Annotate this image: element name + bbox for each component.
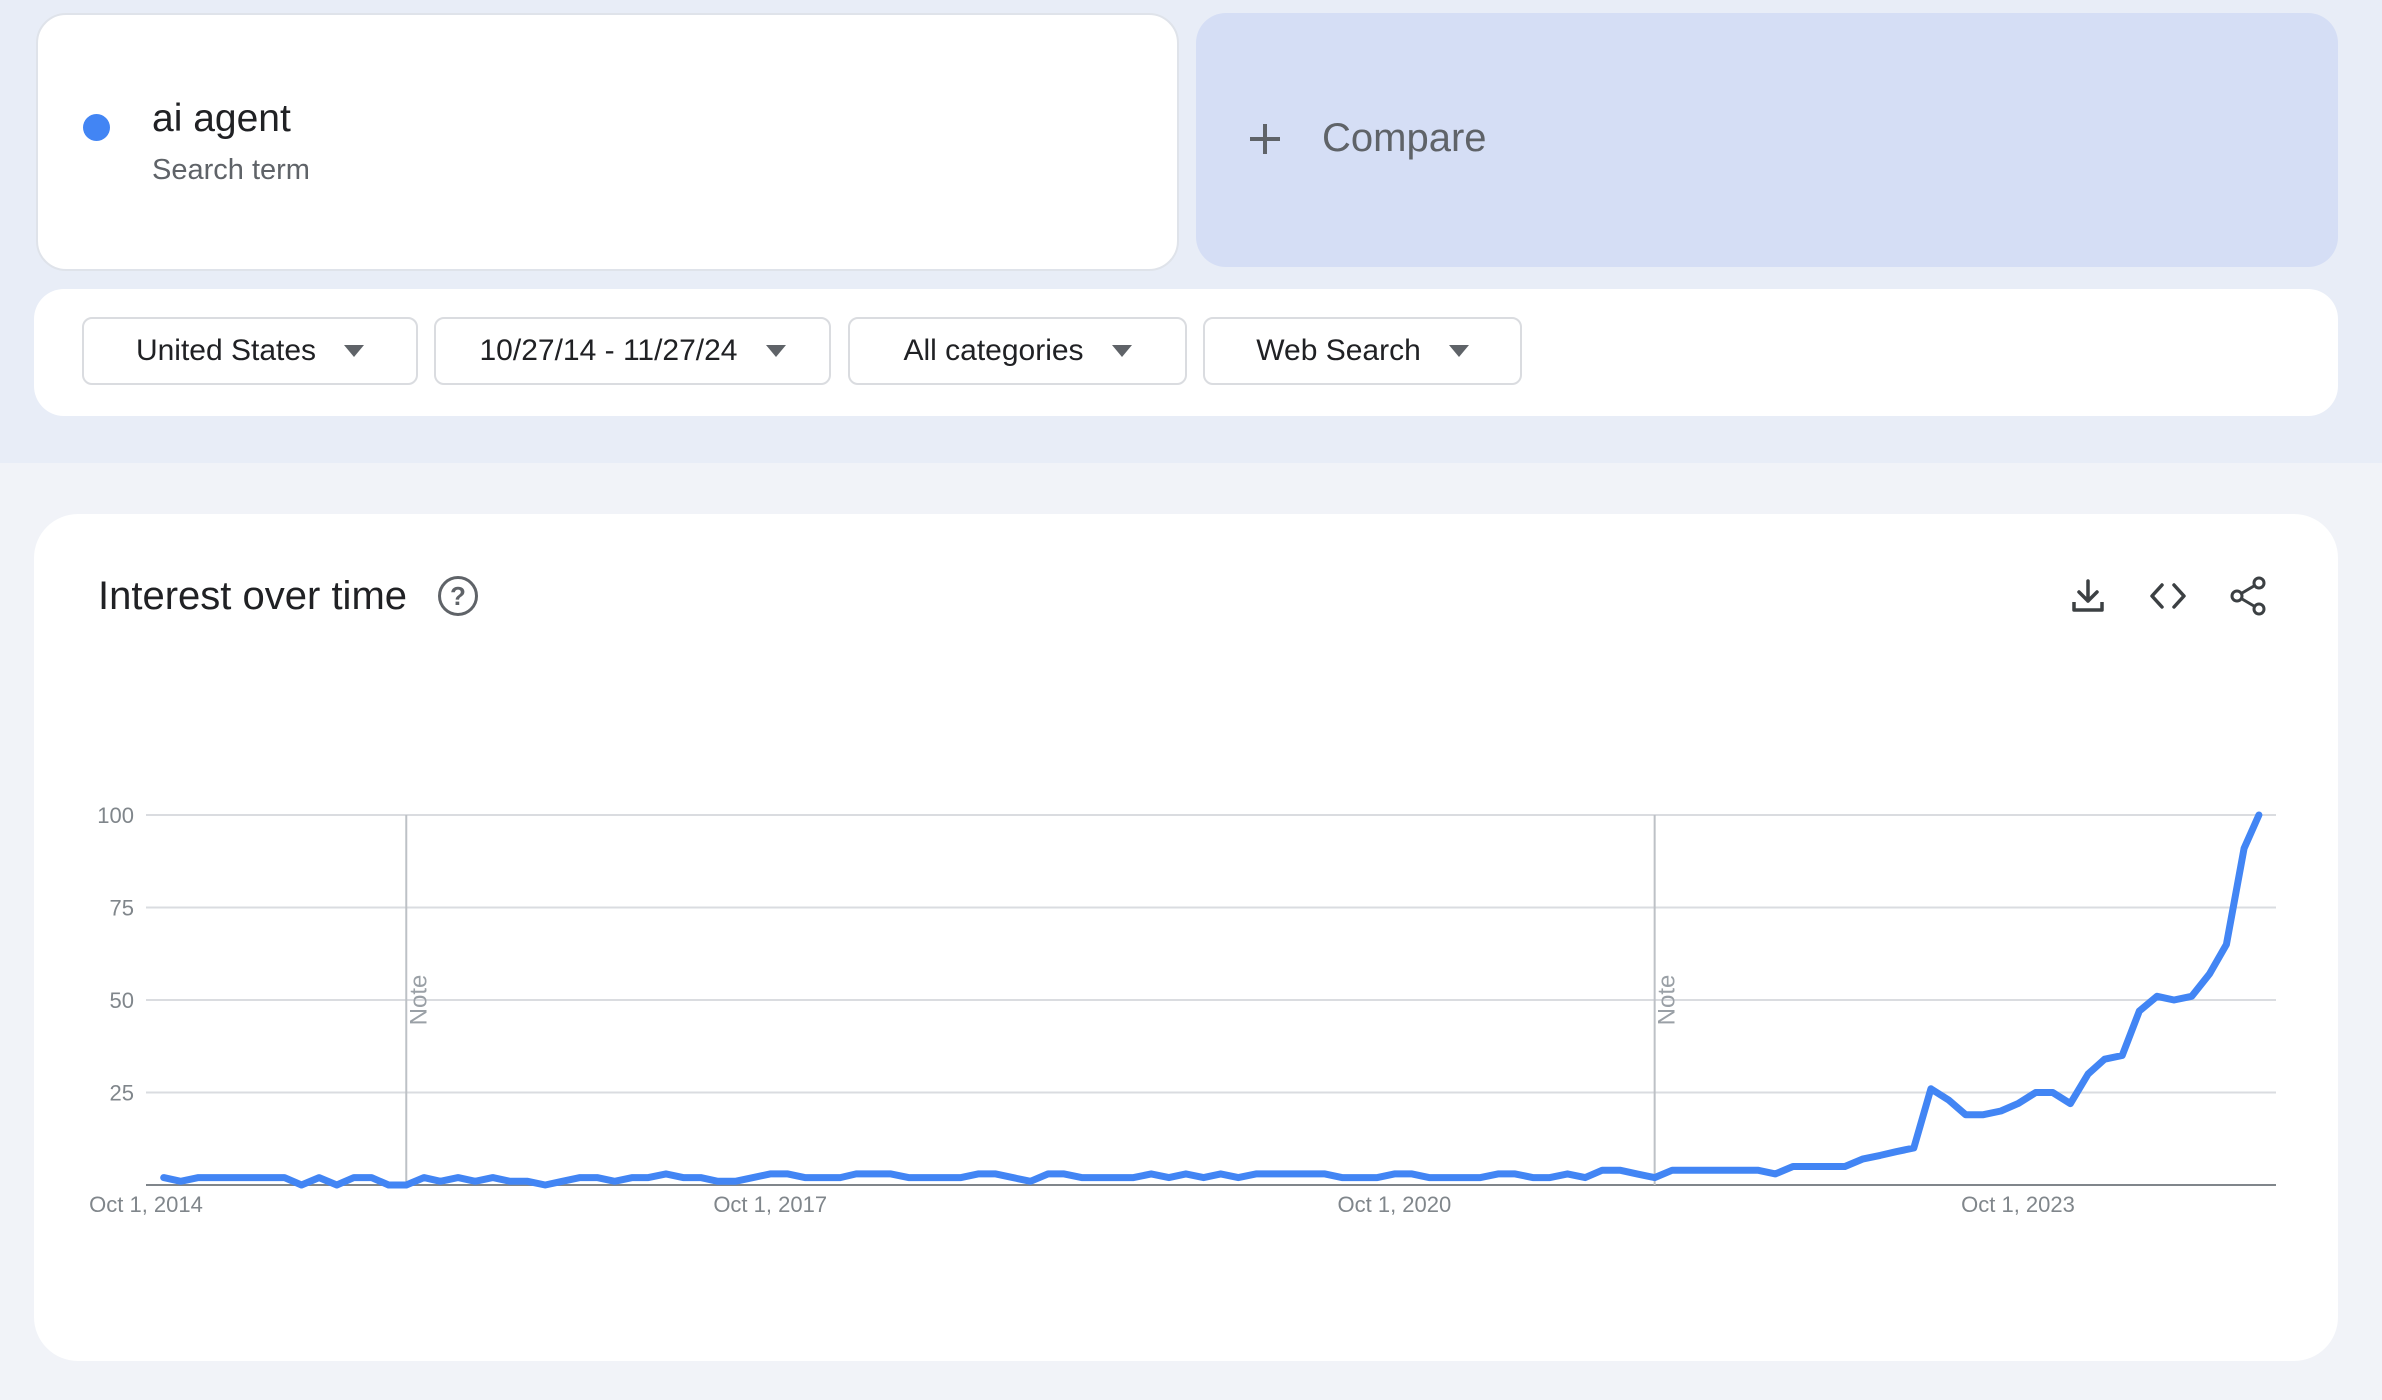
category-filter-label: All categories — [903, 334, 1084, 367]
caret-down-icon — [765, 345, 786, 357]
caret-down-icon — [1448, 345, 1469, 357]
y-tick-label: 50 — [110, 988, 134, 1013]
note-label[interactable]: Note — [1654, 975, 1681, 1026]
note-label[interactable]: Note — [405, 975, 432, 1026]
x-tick-label: Oct 1, 2020 — [1338, 1192, 1452, 1217]
caret-down-icon — [344, 345, 365, 357]
plus-icon — [1250, 124, 1280, 154]
x-tick-label: Oct 1, 2023 — [1961, 1192, 2075, 1217]
y-tick-label: 25 — [110, 1081, 134, 1106]
compare-label: Compare — [1322, 116, 1487, 160]
header-area: ai agent Search term Compare United Stat… — [0, 0, 2382, 463]
interest-chart: Note Note 25 50 75 100 Oct 1, 2014 Oct 1, 2017… — [89, 803, 2276, 1217]
term-color-dot — [83, 114, 110, 141]
search-term-name: ai agent — [152, 97, 291, 140]
y-tick-label: 100 — [97, 803, 134, 828]
region-filter-label: United States — [135, 334, 317, 367]
category-filter[interactable]: All categories — [848, 317, 1187, 385]
region-filter[interactable]: United States — [82, 317, 418, 385]
date-range-filter-label: 10/27/14 - 11/27/24 — [479, 334, 738, 367]
x-tick-label: Oct 1, 2017 — [713, 1192, 827, 1217]
interest-over-time-card: Interest over time ? Note Note 25 50 75 100 O… — [34, 514, 2338, 1361]
filter-bar: United States 10/27/14 - 11/27/24 All ca… — [34, 289, 2338, 416]
date-range-filter[interactable]: 10/27/14 - 11/27/24 — [434, 317, 831, 385]
x-tick-label: Oct 1, 2014 — [89, 1192, 203, 1217]
y-tick-label: 75 — [110, 896, 134, 921]
search-term-type: Search term — [152, 154, 310, 186]
search-type-filter-label: Web Search — [1256, 334, 1421, 367]
caret-down-icon — [1111, 345, 1132, 357]
search-term-card[interactable]: ai agent Search term — [36, 13, 1179, 271]
search-type-filter[interactable]: Web Search — [1203, 317, 1522, 385]
compare-button[interactable]: Compare — [1196, 13, 2338, 267]
